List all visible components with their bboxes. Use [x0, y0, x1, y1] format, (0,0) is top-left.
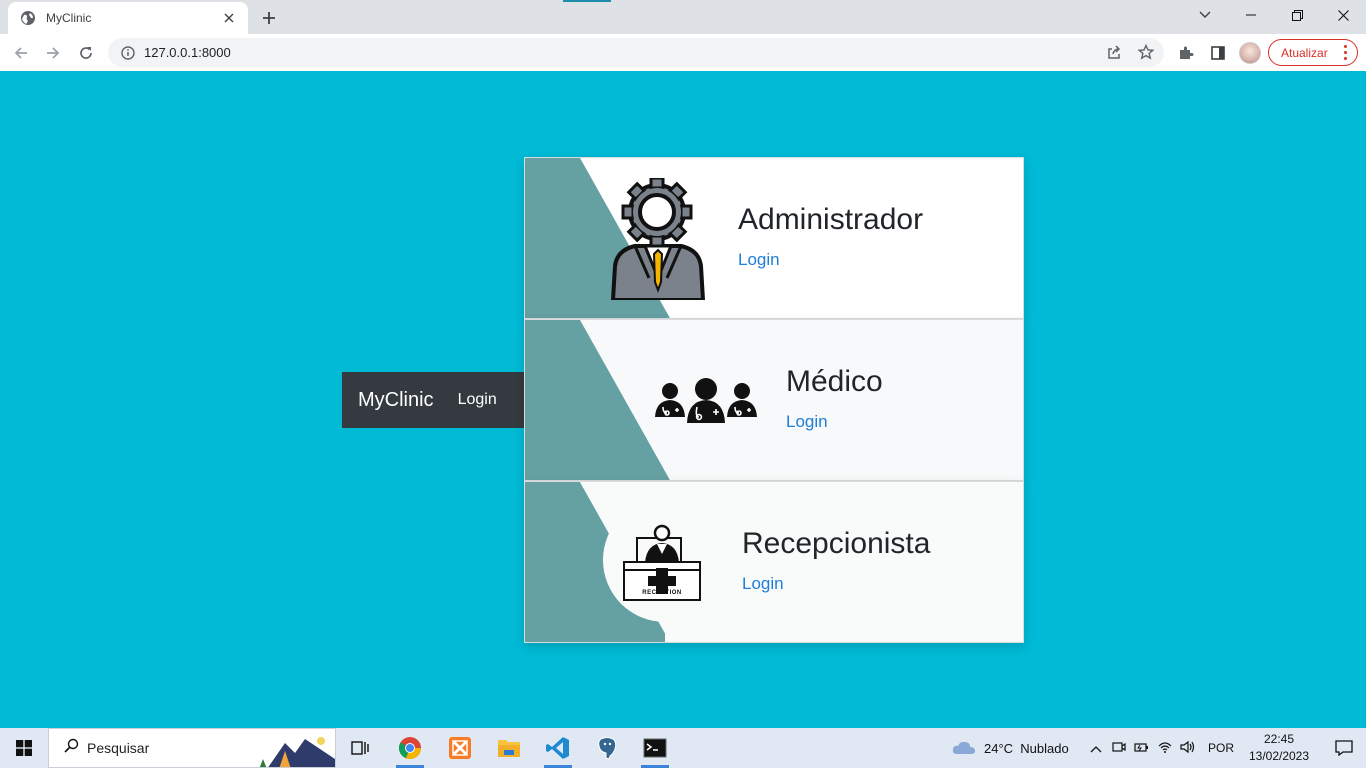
doctor-card: Médico Login	[524, 319, 1024, 481]
admin-card: Administrador Login	[524, 157, 1024, 319]
postgres-taskbar-icon[interactable]	[583, 728, 631, 768]
globe-icon	[20, 10, 36, 26]
terminal-taskbar-icon[interactable]	[631, 728, 679, 768]
admin-login-link[interactable]: Login	[738, 250, 780, 270]
extensions-puzzle-icon[interactable]	[1175, 42, 1197, 64]
card-accent-shape	[525, 482, 1023, 642]
navbar-login-link[interactable]: Login	[458, 391, 497, 409]
volume-icon[interactable]	[1180, 740, 1196, 757]
receptionist-title: Recepcionista	[742, 527, 931, 560]
search-placeholder: Pesquisar	[87, 740, 150, 756]
clock-time: 22:45	[1263, 732, 1295, 746]
card-accent-shape	[525, 320, 670, 480]
close-window-icon[interactable]	[1320, 0, 1366, 30]
task-view-icon[interactable]	[336, 728, 384, 768]
file-explorer-icon[interactable]	[485, 728, 533, 768]
browser-toolbar: 127.0.0.1:8000 Atualizar	[0, 34, 1366, 71]
tab-strip: MyClinic	[0, 0, 1366, 34]
back-arrow-icon[interactable]	[8, 40, 34, 66]
chrome-taskbar-icon[interactable]	[386, 728, 434, 768]
loading-indicator	[563, 0, 611, 2]
update-label: Atualizar	[1281, 45, 1328, 60]
forward-arrow-icon[interactable]	[40, 40, 66, 66]
cloud-icon	[952, 739, 976, 758]
admin-gear-person-icon	[611, 178, 705, 300]
taskbar-clock[interactable]: 22:45 13/02/2023	[1244, 731, 1314, 765]
bookmark-star-icon[interactable]	[1135, 41, 1157, 63]
windows-taskbar: Pesquisar 24°C Nublado POR 22:45 13/02/2…	[0, 728, 1366, 768]
doctor-title: Médico	[786, 365, 883, 398]
battery-power-icon[interactable]	[1134, 740, 1150, 757]
menu-dots-icon	[1344, 45, 1348, 60]
system-tray-icons: POR	[1090, 728, 1234, 768]
update-button[interactable]: Atualizar	[1268, 39, 1358, 66]
address-bar[interactable]: 127.0.0.1:8000	[108, 38, 1164, 67]
notification-center-icon[interactable]	[1322, 728, 1366, 768]
admin-title: Administrador	[738, 203, 924, 236]
reception-desk-label: RECEPTION	[642, 590, 682, 596]
tab-title: MyClinic	[46, 11, 92, 25]
wifi-icon[interactable]	[1158, 740, 1172, 757]
minimize-icon[interactable]	[1228, 0, 1274, 30]
vscode-taskbar-icon[interactable]	[534, 728, 582, 768]
search-icon	[63, 738, 79, 759]
weather-text: 24°C Nublado	[984, 740, 1069, 756]
close-tab-icon[interactable]	[220, 9, 238, 27]
window-controls	[1228, 0, 1366, 32]
receptionist-login-link[interactable]: Login	[742, 574, 784, 594]
restore-icon[interactable]	[1274, 0, 1320, 30]
card-accent-shape	[525, 158, 670, 318]
doctor-login-link[interactable]: Login	[786, 412, 828, 432]
windows-start-icon[interactable]	[0, 728, 48, 768]
site-info-icon[interactable]	[120, 45, 136, 61]
side-panel-icon[interactable]	[1207, 42, 1229, 64]
navbar-brand[interactable]: MyClinic	[358, 389, 434, 412]
xampp-taskbar-icon[interactable]	[436, 728, 484, 768]
search-highlight-illustration-icon	[255, 729, 335, 767]
clock-date: 13/02/2023	[1248, 749, 1310, 763]
doctors-group-icon	[655, 378, 757, 423]
reload-icon[interactable]	[73, 40, 99, 66]
share-icon[interactable]	[1103, 41, 1125, 63]
url-text: 127.0.0.1:8000	[144, 45, 231, 60]
weather-widget[interactable]: 24°C Nublado	[952, 728, 1069, 768]
site-navbar: MyClinic Login	[342, 372, 524, 428]
new-tab-icon[interactable]	[258, 7, 280, 29]
profile-avatar[interactable]	[1239, 42, 1261, 64]
meet-icon[interactable]	[1112, 740, 1126, 757]
language-indicator[interactable]: POR	[1208, 741, 1234, 755]
browser-tab[interactable]: MyClinic	[8, 2, 248, 34]
receptionist-card: RECEPTION Recepcionista Login	[524, 481, 1024, 643]
tab-search-chevron-icon[interactable]	[1192, 4, 1218, 26]
chevron-up-icon[interactable]	[1090, 741, 1102, 756]
taskbar-search-box[interactable]: Pesquisar	[48, 728, 336, 768]
